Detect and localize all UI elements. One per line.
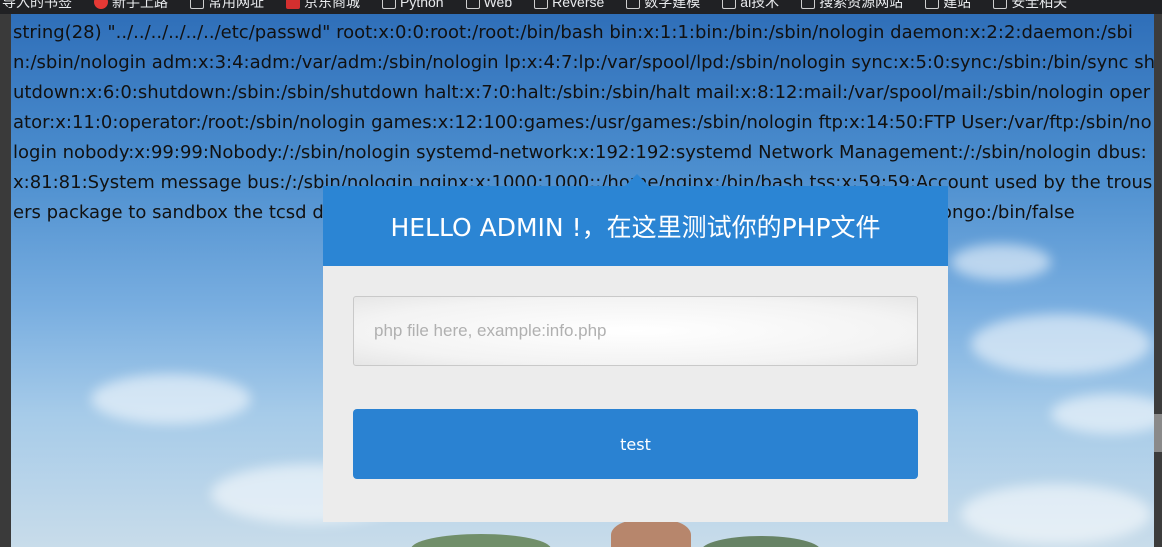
cloud-decoration	[961, 484, 1151, 544]
bookmark-python[interactable]: Python	[382, 0, 444, 12]
bookmark-imported[interactable]: 导入的书签	[2, 0, 72, 12]
folder-icon	[626, 0, 641, 9]
cloud-decoration	[1051, 394, 1154, 434]
bookmark-getting-started[interactable]: 新手上路	[94, 0, 168, 12]
page-content: string(28) "../../../../../../etc/passwd…	[11, 14, 1154, 547]
bookmark-search-resources[interactable]: 搜索资源网站	[801, 0, 903, 12]
cloud-decoration	[971, 314, 1151, 374]
bookmark-web[interactable]: Web	[465, 0, 513, 12]
bookmark-label: 搜索资源网站	[819, 0, 904, 10]
bookmark-reverse[interactable]: Reverse	[534, 0, 604, 12]
bookmark-ai[interactable]: ai技术	[722, 0, 779, 12]
bookmark-common-sites[interactable]: 常用网址	[190, 0, 264, 12]
jd-icon	[286, 0, 300, 9]
bookmark-label: Python	[400, 0, 444, 10]
bookmark-security[interactable]: 安全相关	[993, 0, 1067, 12]
php-file-input[interactable]	[353, 296, 918, 366]
login-card: HELLO ADMIN !，在这里测试你的PHP文件 test	[323, 174, 948, 522]
bookmark-site-building[interactable]: 建站	[925, 0, 971, 12]
folder-icon	[465, 0, 480, 9]
bookmark-jd[interactable]: 京东商城	[286, 0, 360, 12]
cloud-decoration	[91, 374, 251, 424]
bookmark-math-modeling[interactable]: 数学建模	[626, 0, 700, 12]
bookmarks-list: 导入的书签 新手上路 常用网址 京东商城 Python Web Reverse …	[0, 0, 1067, 12]
right-window-edge	[1154, 14, 1162, 547]
island-decoration	[701, 536, 821, 547]
folder-icon	[534, 0, 549, 9]
firefox-icon	[94, 0, 108, 9]
folder-icon	[382, 0, 396, 9]
folder-icon	[722, 0, 737, 9]
folder-icon	[993, 0, 1008, 9]
card-pointer-arrow	[625, 174, 649, 186]
bookmark-label: 安全相关	[1011, 0, 1068, 10]
bookmark-label: 导入的书签	[2, 0, 72, 10]
bookmarks-bar: 导入的书签 新手上路 常用网址 京东商城 Python Web Reverse …	[0, 0, 1162, 14]
cloud-decoration	[951, 244, 1051, 280]
island-decoration	[411, 534, 551, 547]
bookmark-label: Web	[483, 0, 513, 10]
folder-icon	[925, 0, 940, 9]
bookmark-label: ai技术	[740, 0, 780, 10]
scrollbar-thumb[interactable]	[1154, 414, 1162, 452]
bookmark-label: Reverse	[552, 0, 605, 10]
bookmark-label: 数学建模	[644, 0, 701, 10]
card-title: HELLO ADMIN !，在这里测试你的PHP文件	[323, 186, 948, 266]
folder-icon	[190, 0, 204, 9]
rock-decoration	[611, 519, 691, 547]
left-window-edge	[0, 14, 11, 547]
bookmark-label: 建站	[943, 0, 972, 10]
test-button[interactable]: test	[353, 409, 918, 479]
bookmark-label: 京东商城	[304, 0, 360, 10]
folder-icon	[801, 0, 816, 9]
bookmark-label: 常用网址	[208, 0, 264, 10]
bookmark-label: 新手上路	[112, 0, 168, 10]
